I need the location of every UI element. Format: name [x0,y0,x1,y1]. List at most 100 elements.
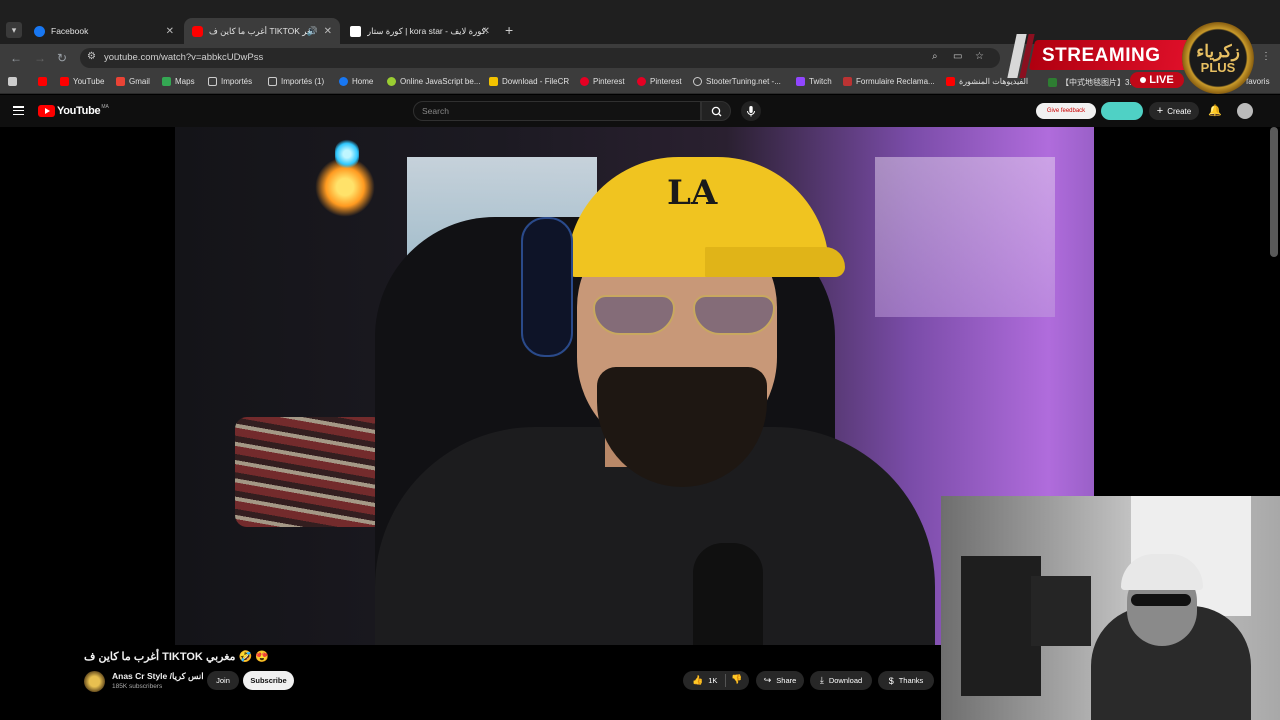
facebook-icon [34,25,45,37]
webcam-pc-tower [961,556,1041,696]
headphones [521,217,573,357]
tab-search-icon[interactable]: ▾ [6,22,22,38]
youtube-icon [60,77,69,86]
close-icon[interactable]: ✕ [166,26,174,37]
give-feedback-button[interactable]: Give feedback [1036,103,1096,119]
web-icon [693,77,702,86]
create-button[interactable]: + Create [1149,102,1199,120]
tab-label: كورة ستار | kora star - كورة لايف... [367,25,487,36]
search-placeholder: Search [422,106,449,116]
apps-grid-icon[interactable] [8,77,21,86]
voice-search-button[interactable] [741,101,761,121]
folder-icon [208,77,217,86]
tab-facebook[interactable]: Facebook ✕ [26,18,182,44]
bookmark-filecr[interactable]: Download - FileCR [489,77,569,86]
share-icon: ↪ [763,675,772,685]
tab-label: Facebook [51,26,89,36]
live-badge: LIVE [1130,72,1184,88]
streaming-label: STREAMING [1042,45,1161,66]
youtube-play-icon [38,105,55,117]
webcam-overlay [941,496,1280,720]
pinterest-icon [637,77,646,86]
blanket-decor [235,417,385,527]
download-button[interactable]: ⤓ Download [810,671,872,690]
folder-icon [268,77,277,86]
address-bar-url[interactable]: youtube.com/watch?v=abbkcUDwPss [104,52,263,63]
share-button[interactable]: ↪ Share [756,671,804,690]
thanks-icon: $ [888,675,894,686]
gmail-icon [116,77,125,86]
form-icon [843,77,852,86]
cast-icon[interactable]: ▭ [953,51,962,62]
plus-icon: + [1156,105,1164,117]
streaming-overlay-badge: STREAMING LIVE زكرياء PLUS [1007,22,1266,94]
bookmark-youtube[interactable]: YouTube [60,77,104,86]
bookmark-folder-importes[interactable]: Importés [208,77,252,86]
reload-icon[interactable]: ↻ [57,51,67,65]
microphone-icon [747,106,755,117]
extension-pill-icon[interactable] [1101,102,1143,120]
like-divider [725,674,726,687]
live-dot-icon [1140,77,1147,83]
bookmark-online-js[interactable]: Online JavaScript be... [387,77,480,86]
studio-microphone [693,543,763,645]
pinterest-icon [580,77,589,86]
bookmark-youtube-icon[interactable] [38,77,51,86]
bookmark-folder-importes-1[interactable]: Importés (1) [268,77,324,86]
bookmark-gmail[interactable]: Gmail [116,77,150,86]
bookmark-pinterest-2[interactable]: Pinterest [637,77,682,86]
tab-label: أغرب ما كاين ف TIKTOK مغر... [209,25,309,36]
tab-youtube-video[interactable]: أغرب ما كاين ف TIKTOK مغر... 🔊 ✕ [184,18,340,44]
cap-brim [705,247,845,277]
thumbs-up-icon[interactable]: 👍 [692,675,703,686]
thanks-button[interactable]: $ Thanks [878,671,934,690]
js-icon [387,77,396,86]
search-input[interactable] [413,101,701,121]
speaker-icon[interactable]: 🔊 [307,26,318,37]
download-icon: ⤓ [819,675,824,685]
bookmark-stootertuning[interactable]: StooterTuning.net -... [693,77,781,86]
bookmark-maps[interactable]: Maps [162,77,195,86]
zoom-icon[interactable]: ⌕ [932,51,938,62]
subscribe-button[interactable]: Subscribe [243,671,294,690]
bookmark-twitch[interactable]: Twitch [796,77,832,86]
forward-icon[interactable]: → [34,51,46,65]
bookmark-pinterest-1[interactable]: Pinterest [580,77,625,86]
maps-icon [162,77,171,86]
bookmark-formulaire[interactable]: Formulaire Reclama... [843,77,935,86]
facebook-icon [339,77,348,86]
webcam-person-sunglasses [1131,594,1191,606]
search-icon [711,106,722,117]
bookmark-star-icon[interactable]: ☆ [975,51,984,62]
channel-avatar[interactable] [84,671,105,692]
channel-name[interactable]: Anas Cr Style /انس كريا [112,671,204,682]
new-tab-plus-icon[interactable]: + [505,22,513,38]
kora-star-icon [350,25,361,37]
webcam-pc-tower [1031,576,1091,646]
bookmark-home[interactable]: Home [339,77,373,86]
close-icon[interactable]: ✕ [482,26,490,37]
youtube-icon [192,25,203,37]
logo-text-plus: PLUS [1200,59,1236,75]
channel-logo: زكرياء PLUS [1182,22,1254,94]
filecr-icon [489,77,498,86]
sunglasses [593,295,783,335]
video-title: أغرب ما كاين ف TIKTOK مغربي 🤣 😍 [84,651,269,663]
site-info-icon[interactable]: ⚙ [87,51,96,62]
search-button[interactable] [701,101,731,121]
like-count[interactable]: 1K [708,676,717,685]
join-button[interactable]: Join [207,671,239,690]
close-icon[interactable]: ✕ [324,26,332,37]
neon-sign-glow [335,139,359,169]
twitch-icon [796,77,805,86]
back-icon[interactable]: ← [10,51,22,65]
tab-kora-star[interactable]: كورة ستار | kora star - كورة لايف... ✕ [342,18,498,44]
thumbs-down-icon[interactable]: 👎 [731,674,742,685]
menu-hamburger-icon[interactable] [13,106,24,116]
youtube-icon [946,77,955,86]
page-scrollbar[interactable] [1270,127,1278,257]
youtube-logo[interactable]: YouTube MA [38,104,109,117]
notifications-bell-icon[interactable]: 🔔 [1208,104,1222,117]
subscriber-count: 185K subscribers [112,683,163,690]
account-avatar[interactable] [1237,103,1253,119]
